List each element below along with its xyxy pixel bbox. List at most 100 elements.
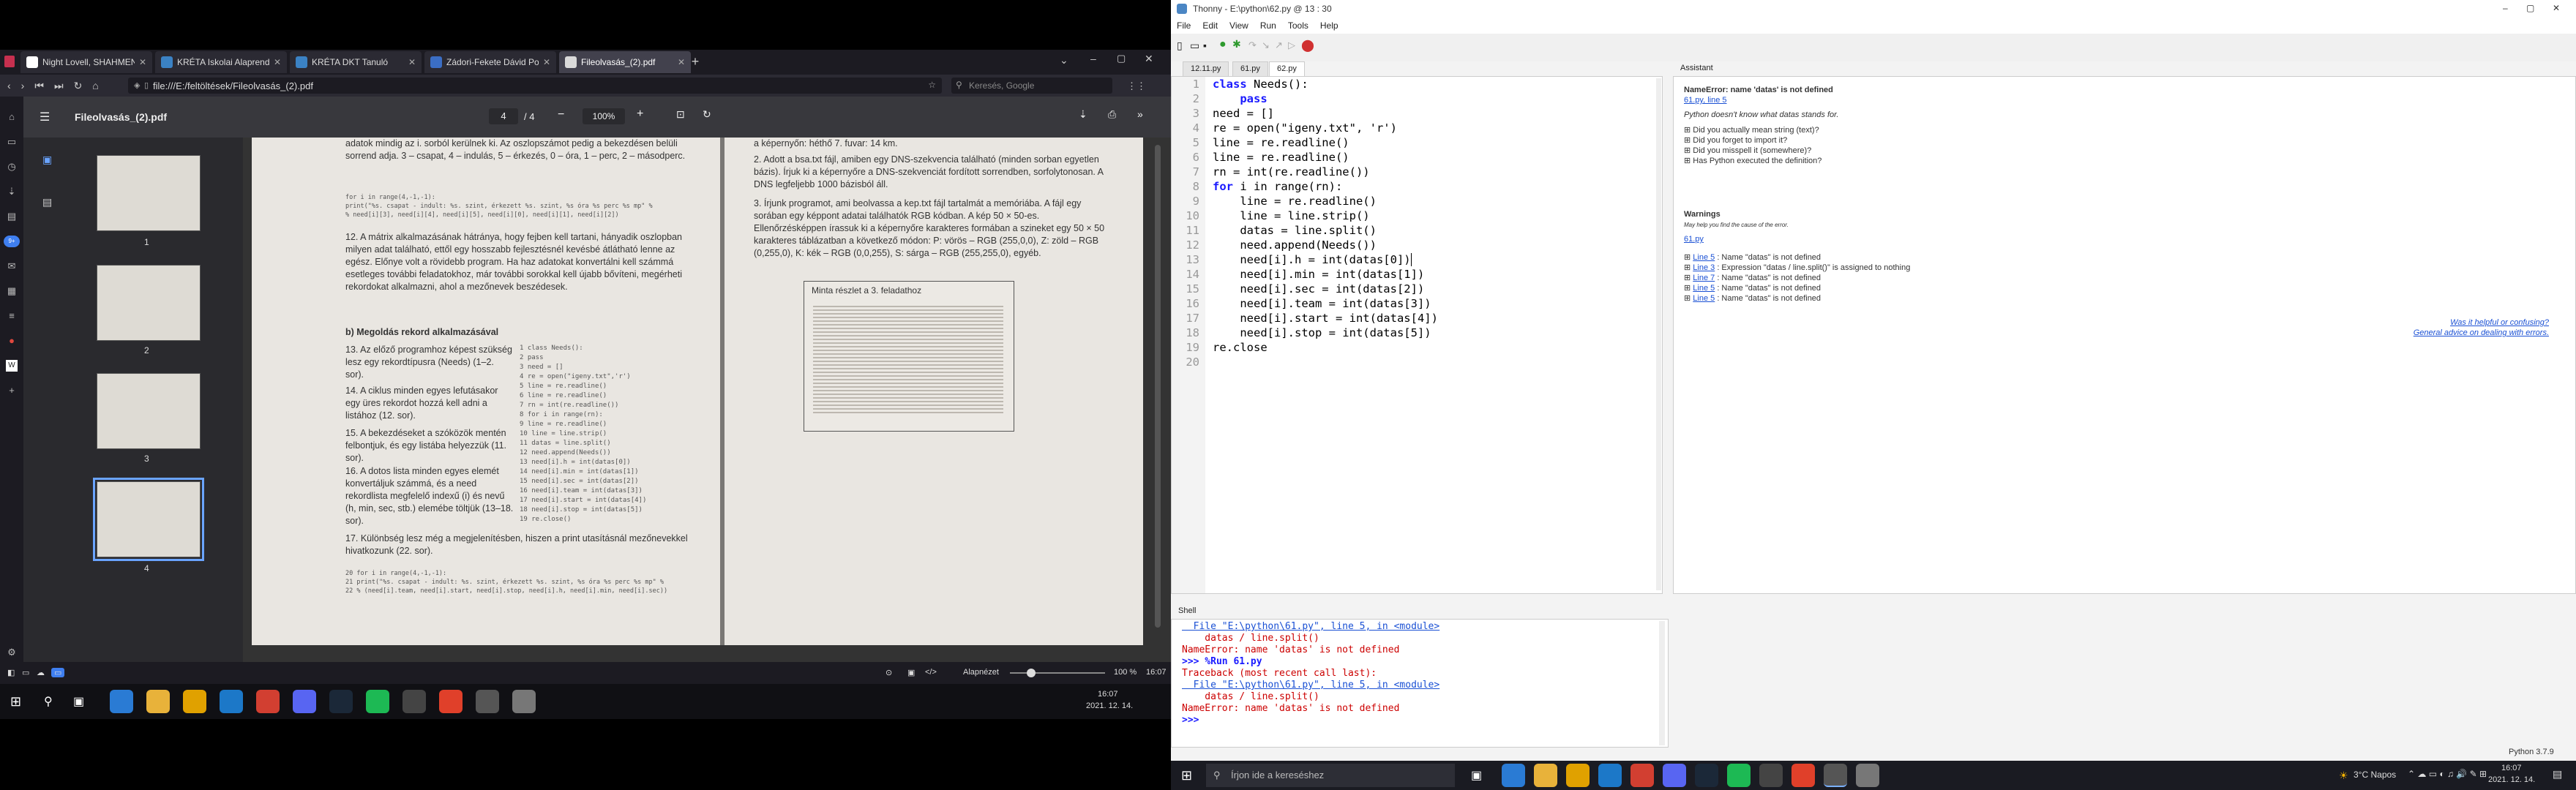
bookmark-icon[interactable]: ☆	[928, 80, 936, 90]
run-icon[interactable]: ●	[1219, 38, 1227, 51]
window-icon[interactable]: ▭	[22, 668, 29, 677]
store-icon[interactable]	[1566, 764, 1590, 787]
stop-icon[interactable]: ⬤	[1301, 38, 1314, 53]
menu-tools[interactable]: Tools	[1288, 20, 1308, 31]
download-icon[interactable]: ⇣	[6, 186, 18, 198]
badge-icon[interactable]: 9+	[4, 236, 20, 247]
tab-list-icon[interactable]: ⌄	[1060, 54, 1068, 67]
app2-icon[interactable]	[1856, 764, 1879, 787]
step-into-icon[interactable]: ↘	[1262, 40, 1270, 51]
thumbnail-view-icon[interactable]: ▣	[42, 154, 52, 166]
warning-item[interactable]: ⊞ Line 3 : Expression "datas / line.spli…	[1684, 263, 1910, 273]
start-icon[interactable]: ⊞	[1181, 768, 1192, 783]
bookmark-sidebar-icon[interactable]: ▭	[6, 136, 18, 148]
step-out-icon[interactable]: ↗	[1275, 40, 1283, 51]
task-view-icon[interactable]: ▣	[1471, 768, 1482, 783]
page-thumbnail-4[interactable]	[93, 478, 204, 561]
browser-tab-3[interactable]: KRÉTA DKT Tanuló ✕	[290, 51, 422, 73]
new-tab-button[interactable]: +	[688, 54, 703, 69]
suggestion-item[interactable]: ⊞ Did you forget to import it?	[1684, 135, 1821, 146]
open-file-icon[interactable]: ▭	[1190, 40, 1199, 52]
url-bar[interactable]: ◈ ▯ file:///E:/feltöltések/Fileolvasás_(…	[128, 78, 942, 94]
close-window-button[interactable]: ✕	[2553, 3, 2560, 13]
suggestion-item[interactable]: ⊞ Did you misspell it (somewhere)?	[1684, 146, 1821, 156]
reload-icon[interactable]: ↻	[74, 80, 83, 92]
last-icon[interactable]: ⏭	[54, 80, 64, 92]
editor-tab-12-11[interactable]: 12.11.py	[1183, 61, 1229, 76]
forward-icon[interactable]: ›	[21, 80, 25, 91]
menu-icon[interactable]: ☰	[40, 110, 50, 124]
suggestion-item[interactable]: ⊞ Has Python executed the definition?	[1684, 156, 1821, 166]
error-location-link[interactable]: 61.py, line 5	[1684, 96, 1727, 105]
page-number-input[interactable]: 4	[489, 108, 518, 124]
history-icon[interactable]: ◷	[6, 161, 18, 173]
url-text[interactable]: file:///E:/feltöltések/Fileolvasás_(2).p…	[153, 80, 313, 91]
code-lines[interactable]: class Needs(): pass need = [] re = open(…	[1213, 77, 1652, 369]
tab-close-icon[interactable]: ✕	[543, 57, 550, 67]
store-icon[interactable]	[183, 690, 206, 713]
menu-file[interactable]: File	[1177, 20, 1191, 31]
tab-close-icon[interactable]: ✕	[139, 57, 146, 67]
pdf-scrollbar[interactable]	[1155, 145, 1161, 628]
zoom-out-icon[interactable]: −	[558, 108, 564, 121]
browser-tab-1[interactable]: Night Lovell, SHAHMEN, A✕	[20, 51, 152, 73]
resume-icon[interactable]: ▷	[1288, 40, 1295, 51]
step-over-icon[interactable]: ↷	[1248, 40, 1257, 51]
weather-text[interactable]: 3°C Napos	[2354, 770, 2396, 780]
warning-item[interactable]: ⊞ Line 5 : Name "datas" is not defined	[1684, 293, 1910, 304]
outline-view-icon[interactable]: ▤	[42, 196, 52, 208]
shield-icon[interactable]: ◈	[134, 80, 140, 90]
calendar-icon[interactable]: ▦	[6, 285, 18, 297]
task-view-icon[interactable]: ▣	[73, 694, 84, 709]
editor-tab-62[interactable]: 62.py	[1269, 61, 1305, 76]
feed-icon[interactable]: ≡	[6, 310, 18, 322]
settings-icon[interactable]: ⚙	[6, 647, 18, 658]
warning-item[interactable]: ⊞ Line 5 : Name "datas" is not defined	[1684, 252, 1910, 263]
edge-icon[interactable]	[110, 690, 133, 713]
maximize-button[interactable]: ▢	[2526, 3, 2534, 13]
app-icon[interactable]	[1759, 764, 1783, 787]
browser-search-box[interactable]: ⚲ Keresés, Google	[951, 78, 1112, 94]
home-sidebar-icon[interactable]: ⌂	[6, 111, 18, 123]
advice-link[interactable]: General advice on dealing with errors.	[2414, 328, 2549, 337]
feedback-link[interactable]: Was it helpful or confusing?	[2450, 318, 2549, 327]
add-panel-icon[interactable]: +	[6, 385, 18, 396]
warning-item[interactable]: ⊞ Line 7 : Name "datas" is not defined	[1684, 273, 1910, 283]
code-editor[interactable]: 1 2 3 4 5 6 7 8 9 10 11 12 13 14 15 16 17 18 19 20 class Ne…	[1171, 76, 1663, 594]
rotate-icon[interactable]: ↻	[703, 108, 711, 121]
tab-close-icon[interactable]: ✕	[274, 57, 281, 67]
office-icon[interactable]	[439, 690, 463, 713]
minimize-button[interactable]: –	[1090, 53, 1096, 64]
print-icon[interactable]: ⎙	[1108, 108, 1116, 121]
notification-icon[interactable]: ▤	[2553, 768, 2562, 780]
discord-icon[interactable]	[1663, 764, 1686, 787]
explorer-icon[interactable]	[146, 690, 170, 713]
mail-app-icon[interactable]	[1598, 764, 1622, 787]
shell-prompt[interactable]: >>>	[1182, 715, 1439, 726]
menu-run[interactable]: Run	[1260, 20, 1276, 31]
wiki-icon[interactable]: W	[6, 360, 18, 372]
back-icon[interactable]: ‹	[7, 80, 11, 91]
office-icon[interactable]	[1791, 764, 1815, 787]
spotify-icon[interactable]	[366, 690, 389, 713]
browser-tab-2[interactable]: KRÉTA Iskolai Alaprendszer✕	[155, 51, 287, 73]
panel-toggle-icon[interactable]: ◧	[7, 668, 15, 677]
taskbar-search-icon[interactable]: ⚲	[44, 694, 53, 709]
suggestion-item[interactable]: ⊞ Did you actually mean string (text)?	[1684, 125, 1821, 135]
notes-icon[interactable]: ▤	[6, 211, 18, 222]
home-icon[interactable]: ⌂	[92, 80, 98, 91]
thonny-taskbar-icon[interactable]	[476, 690, 499, 713]
vivaldi-app-icon[interactable]	[256, 690, 280, 713]
first-icon[interactable]: ⏮	[34, 80, 44, 92]
menu-edit[interactable]: Edit	[1202, 20, 1218, 31]
steam-icon[interactable]	[329, 690, 353, 713]
minimize-button[interactable]: –	[2503, 3, 2508, 13]
debug-icon[interactable]: ✱	[1232, 38, 1241, 50]
taskbar-search-box[interactable]: ⚲ Írjon ide a kereséshez	[1206, 764, 1455, 787]
tab-assistant[interactable]: Assistant	[1673, 61, 1746, 76]
shell-scrollbar[interactable]	[1659, 621, 1665, 745]
pdf-viewer[interactable]: adatok mindig az i. sorból kerülnek ki. …	[243, 138, 1171, 667]
editor-scrollbar[interactable]	[1656, 78, 1661, 590]
warning-item[interactable]: ⊞ Line 5 : Name "datas" is not defined	[1684, 283, 1910, 293]
more-icon[interactable]: »	[1137, 108, 1143, 120]
